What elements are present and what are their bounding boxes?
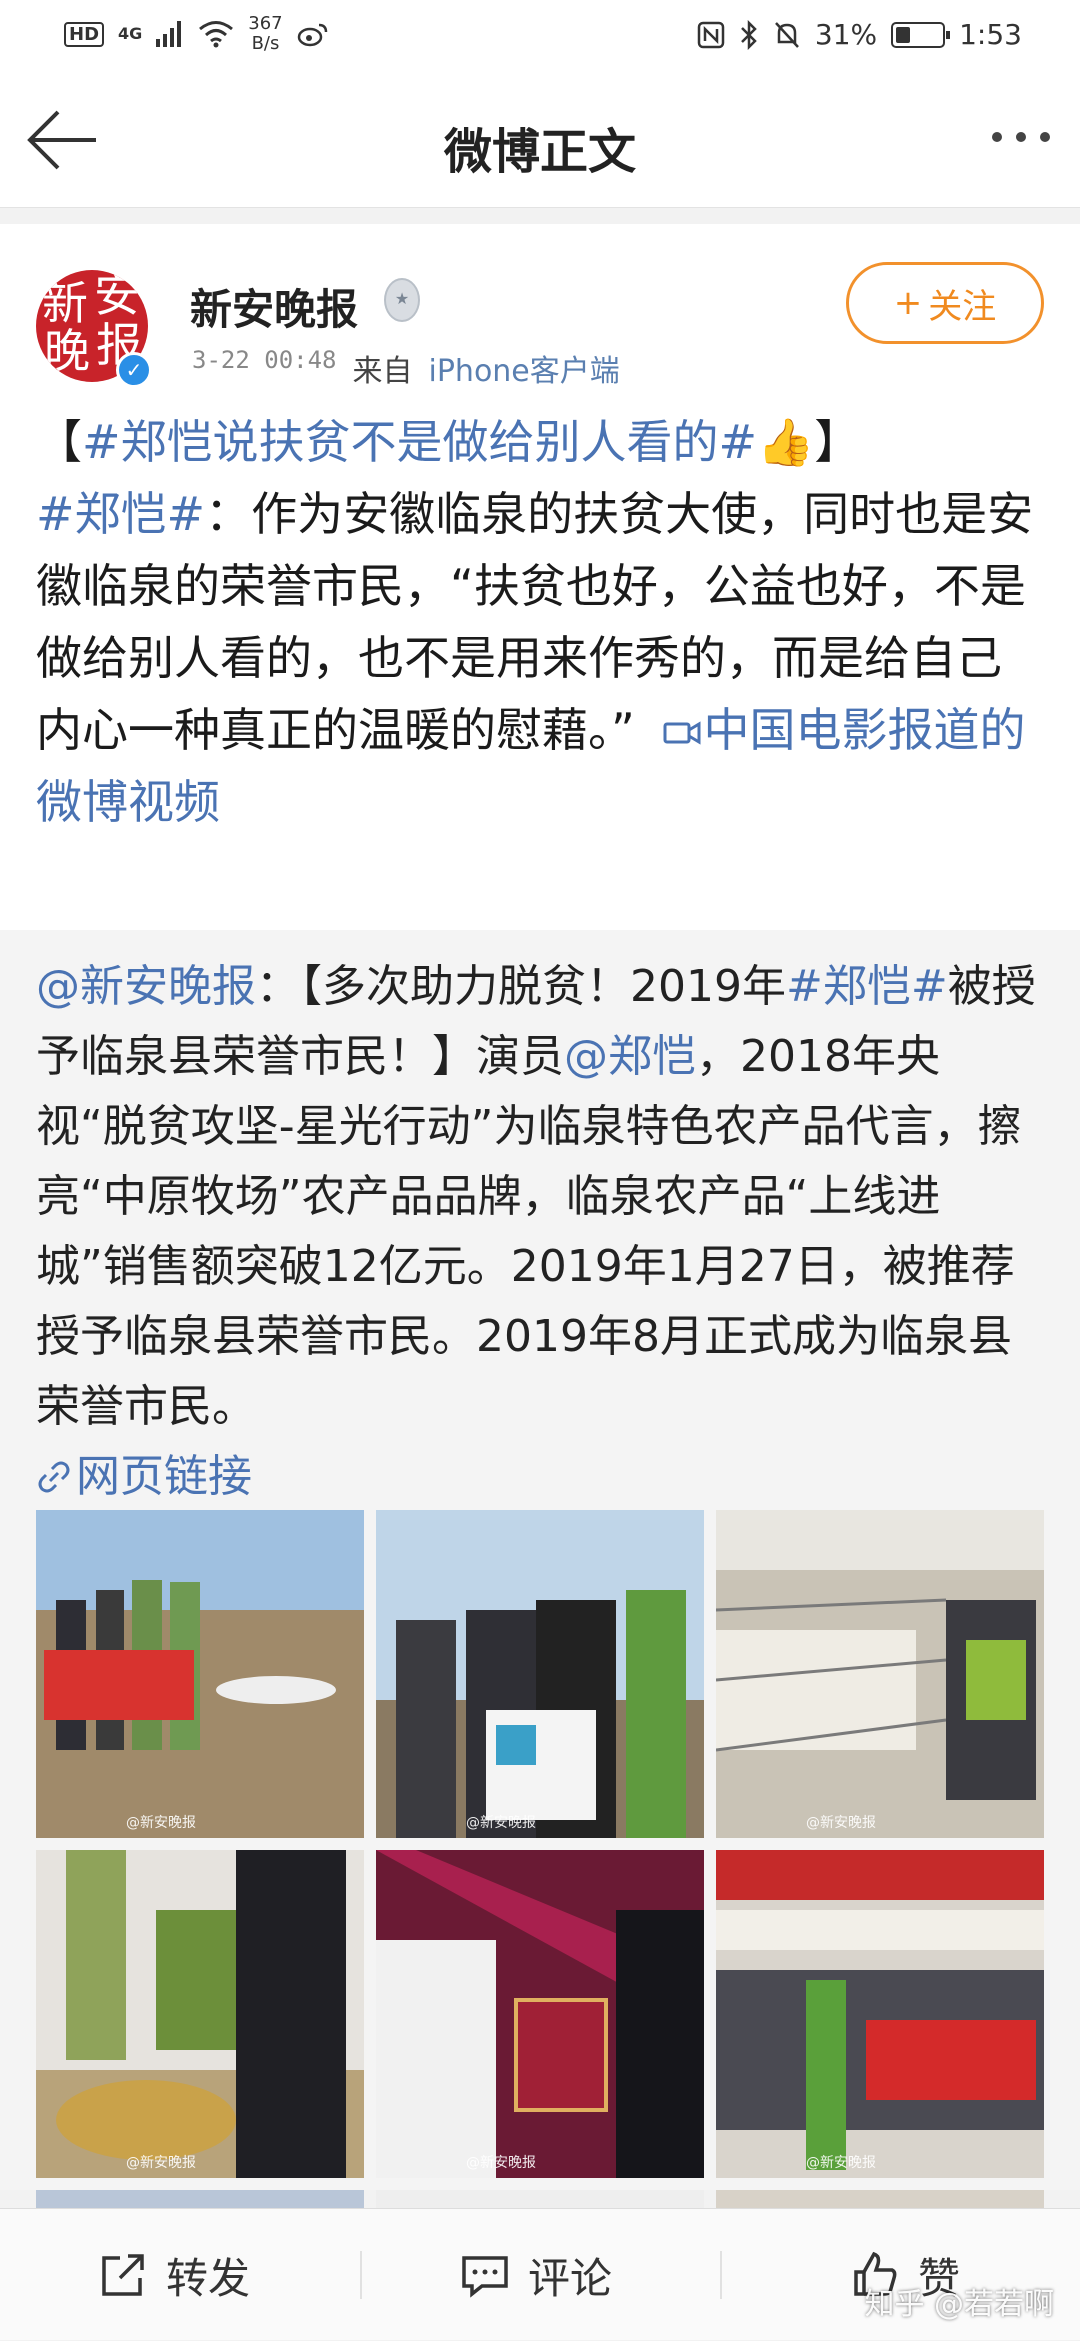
comment-icon [462, 2256, 508, 2298]
bottom-action-bar: 转发 评论 赞 知乎 @若若啊 [0, 2208, 1080, 2340]
zhihu-watermark: 知乎 @若若啊 [864, 2287, 1054, 2322]
photo-thumbnail[interactable]: @新安晚报 [36, 1850, 364, 2178]
photo-thumbnail[interactable]: @新安晚报 [376, 1510, 704, 1838]
link-icon [38, 1461, 70, 1493]
photo-thumbnail[interactable]: @新安晚报 [716, 1510, 1044, 1838]
divider [360, 2251, 362, 2299]
status-bar: HD 4G 367 B/s 31% 1:53 [0, 0, 1080, 72]
photo-thumbnail[interactable] [376, 2190, 704, 2210]
verified-icon: ✓ [116, 352, 152, 388]
signal-icon [156, 21, 182, 47]
comment-button[interactable]: 评论 [460, 2209, 612, 2341]
page-title: 微博正文 [443, 124, 636, 180]
divider [720, 2251, 722, 2299]
clock: 1:53 [959, 18, 1022, 51]
photo-thumbnail[interactable] [716, 2190, 1044, 2210]
photo-thumbnail[interactable]: @新安晚报 [376, 1850, 704, 2178]
weibo-post: 新 安 晚 报 ✓ 新安晚报 ★ 3-22 00:48 来自 iPhone客户端… [0, 224, 1080, 930]
post-meta: 3-22 00:48 来自 iPhone客户端 [192, 346, 620, 390]
battery-fill [896, 26, 910, 43]
post-time: 3-22 00:48 [192, 346, 337, 374]
more-options-icon[interactable] [992, 132, 1050, 142]
network-type: 4G [118, 24, 143, 43]
battery-icon [891, 21, 951, 48]
video-camera-icon [663, 721, 701, 745]
reposted-content[interactable]: @新安晚报：【多次助力脱贫！2019年#郑恺#被授予临泉县荣誉市民！】演员@郑恺… [0, 930, 1080, 2210]
medal-icon[interactable]: ★ [384, 278, 420, 322]
mention-link[interactable]: @新安晚报 [36, 961, 256, 1012]
author-name[interactable]: 新安晚报 [190, 276, 358, 337]
repost-text: @新安晚报：【多次助力脱贫！2019年#郑恺#被授予临泉县荣誉市民！】演员@郑恺… [36, 961, 1036, 1502]
post-source-client[interactable]: iPhone客户端 [429, 346, 620, 390]
follow-label: 关注 [928, 286, 997, 327]
nav-bar: 微博正文 [0, 72, 1080, 208]
plus-icon: + [893, 283, 923, 323]
mention-link[interactable]: @郑恺 [564, 1031, 696, 1082]
forward-button[interactable]: 转发 [98, 2209, 250, 2341]
forward-label: 转发 [166, 2253, 251, 2303]
share-icon [102, 2254, 144, 2296]
comment-label: 评论 [528, 2253, 613, 2303]
photo-thumbnail[interactable]: @新安晚报 [716, 1850, 1044, 2178]
hashtag-link[interactable]: #郑恺说扶贫不是做给别人看的# [82, 415, 757, 469]
nfc-icon [697, 21, 725, 48]
weibo-icon [297, 23, 327, 47]
hd-indicator: HD [64, 21, 105, 47]
photo-thumbnail[interactable] [36, 2190, 364, 2210]
battery-percent: 31% [814, 18, 878, 51]
photo-thumbnail[interactable]: @新安晚报 [36, 1510, 364, 1838]
topic-link[interactable]: #郑恺# [786, 961, 948, 1012]
thumbs-up-emoji: 👍 [757, 415, 815, 469]
mute-bell-icon [774, 21, 799, 48]
web-link[interactable]: 网页链接 [36, 1451, 252, 1502]
network-speed: 367 B/s [248, 13, 283, 54]
post-text: 【#郑恺说扶贫不是做给别人看的#👍】 #郑恺#：作为安徽临泉的扶贫大使，同时也是安… [36, 415, 1034, 829]
follow-button[interactable]: + 关注 [846, 262, 1044, 344]
wifi-icon [199, 21, 234, 48]
topic-link[interactable]: #郑恺# [36, 487, 205, 541]
post-source-prefix: 来自 [352, 354, 413, 389]
bluetooth-icon [740, 19, 757, 50]
